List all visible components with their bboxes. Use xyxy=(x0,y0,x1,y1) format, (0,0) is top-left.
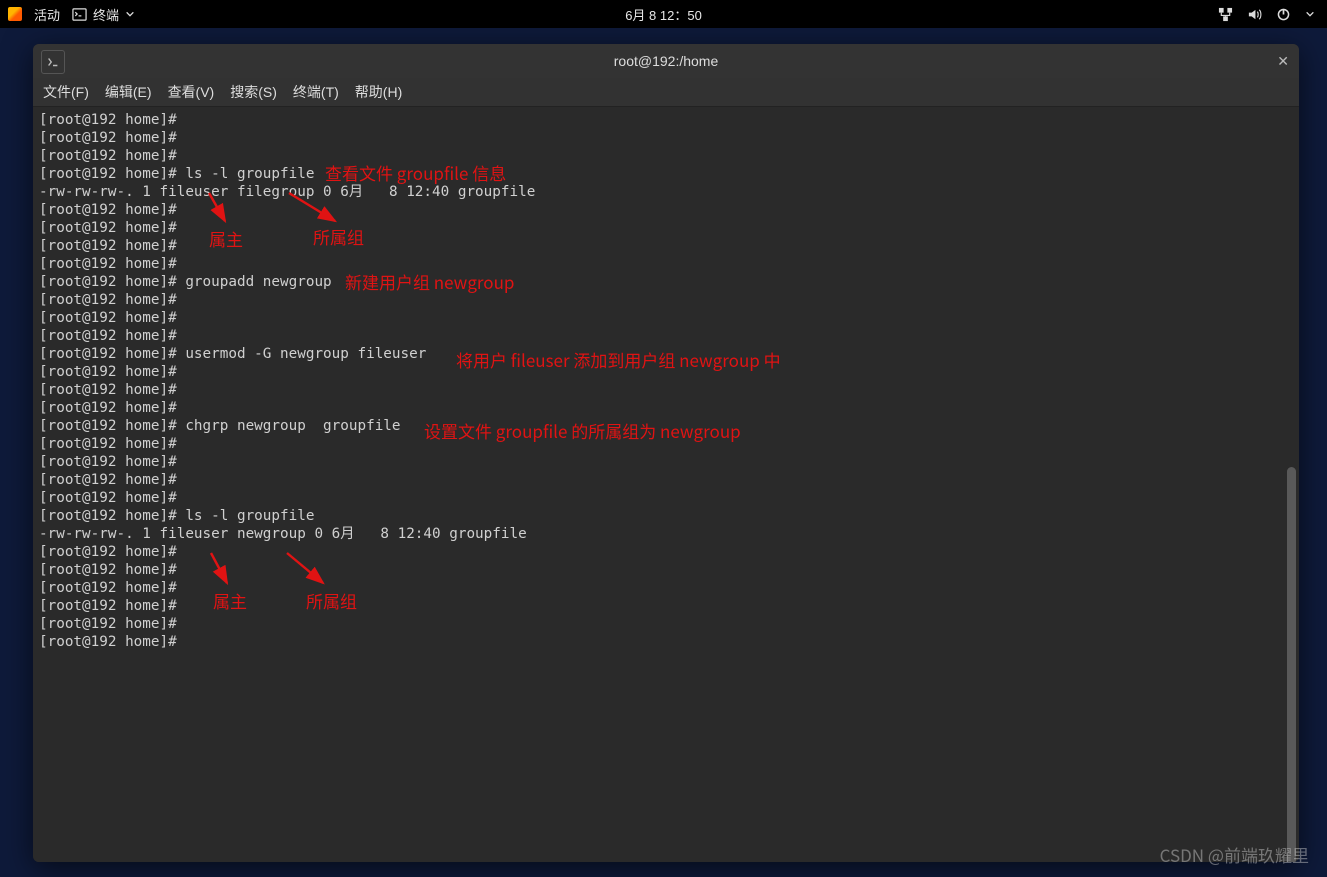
network-icon[interactable] xyxy=(1218,7,1233,22)
activities-button[interactable]: 活动 xyxy=(34,5,60,24)
terminal-output[interactable]: [root@192 home]# [root@192 home]# [root@… xyxy=(33,107,1299,655)
topbar-app-indicator[interactable]: 终端 xyxy=(72,5,135,24)
menu-search[interactable]: 搜索(S) xyxy=(230,82,277,102)
terminal-icon xyxy=(46,55,60,69)
menu-file[interactable]: 文件(F) xyxy=(43,82,89,102)
titlebar-terminal-icon[interactable] xyxy=(41,50,65,74)
scrollbar-thumb[interactable] xyxy=(1287,467,1296,862)
topbar-app-name: 终端 xyxy=(93,5,119,24)
menu-edit[interactable]: 编辑(E) xyxy=(105,82,152,102)
window-title: root@192:/home xyxy=(614,53,719,69)
volume-icon[interactable] xyxy=(1247,7,1262,22)
menubar: 文件(F) 编辑(E) 查看(V) 搜索(S) 终端(T) 帮助(H) xyxy=(33,78,1299,107)
menu-help[interactable]: 帮助(H) xyxy=(355,82,402,102)
power-icon[interactable] xyxy=(1276,7,1291,22)
chevron-down-icon[interactable] xyxy=(1305,9,1315,19)
menu-view[interactable]: 查看(V) xyxy=(168,82,215,102)
window-titlebar[interactable]: root@192:/home ✕ xyxy=(33,44,1299,78)
terminal-area[interactable]: [root@192 home]# [root@192 home]# [root@… xyxy=(33,107,1299,862)
close-button[interactable]: ✕ xyxy=(1277,53,1289,70)
terminal-scrollbar[interactable] xyxy=(1286,107,1297,862)
places-logo-icon xyxy=(8,7,22,21)
chevron-down-icon xyxy=(125,9,135,19)
menu-terminal[interactable]: 终端(T) xyxy=(293,82,339,102)
terminal-window: root@192:/home ✕ 文件(F) 编辑(E) 查看(V) 搜索(S)… xyxy=(33,44,1299,862)
gnome-topbar: 活动 终端 6月 8 12：50 xyxy=(0,0,1327,28)
watermark: CSDN @前端玖耀里 xyxy=(1160,842,1309,867)
terminal-small-icon xyxy=(72,7,87,22)
topbar-clock[interactable]: 6月 8 12：50 xyxy=(625,5,702,24)
